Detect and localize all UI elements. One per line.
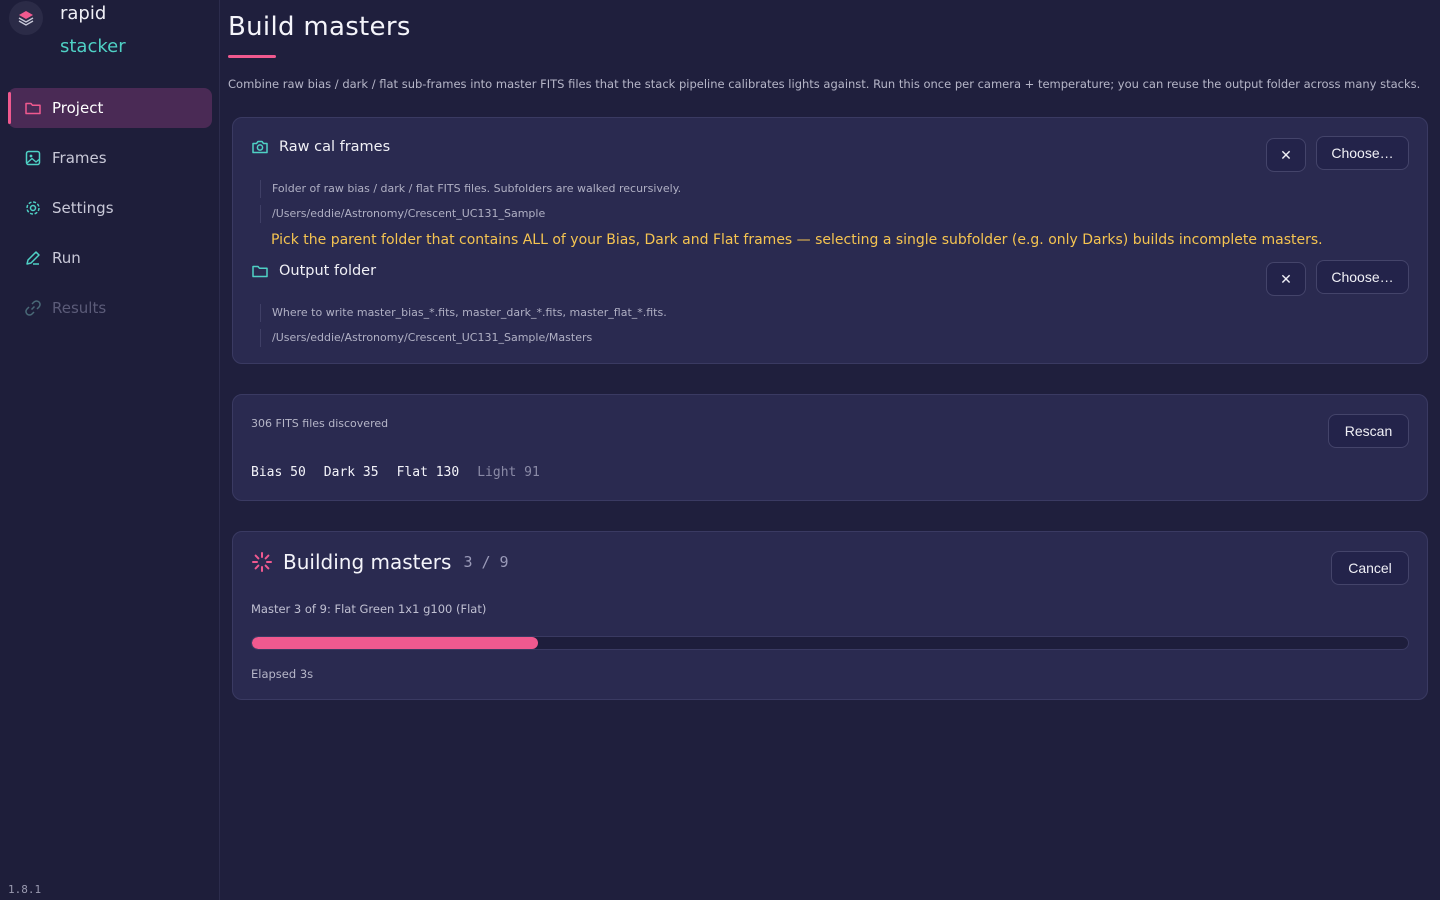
build-progress-count: 3 / 9 [463, 553, 509, 571]
sidebar-item-label: Run [52, 249, 81, 267]
sidebar-item-results: Results [8, 288, 212, 328]
output-folder-heading: Output folder [251, 262, 376, 280]
brand-name-line1: rapid [60, 3, 107, 24]
output-folder-path: /Users/eddie/Astronomy/Crescent_UC131_Sa… [260, 329, 592, 347]
sidebar-item-project[interactable]: Project [8, 88, 212, 128]
spinner-icon [251, 551, 273, 573]
link-icon [24, 299, 42, 317]
light-count: Light 91 [477, 465, 540, 480]
page-description: Combine raw bias / dark / flat sub-frame… [228, 77, 1421, 91]
raw-frames-path: /Users/eddie/Astronomy/Crescent_UC131_Sa… [260, 205, 545, 223]
gear-icon [24, 199, 42, 217]
cancel-build-button[interactable]: Cancel [1331, 551, 1409, 585]
camera-icon [251, 138, 269, 156]
dark-count: Dark 35 [323, 465, 379, 480]
pencil-icon [24, 249, 42, 267]
main-content: Build masters Combine raw bias / dark / … [220, 0, 1440, 900]
rescan-button[interactable]: Rescan [1328, 414, 1409, 448]
frame-type-counts: Bias 50 Dark 35 Flat 130 Light 91 [251, 465, 540, 480]
build-progress-fill [252, 637, 538, 649]
flat-count: Flat 130 [396, 465, 460, 480]
build-progress-bar [251, 636, 1409, 650]
choose-output-folder-button[interactable]: Choose… [1316, 260, 1409, 294]
clear-output-folder-button[interactable]: ✕ [1266, 262, 1306, 296]
build-heading: Building masters 3 / 9 [251, 550, 509, 574]
elapsed-time: Elapsed 3s [251, 667, 314, 681]
raw-frames-heading: Raw cal frames [251, 138, 390, 156]
build-status-line: Master 3 of 9: Flat Green 1x1 g100 (Flat… [251, 602, 487, 616]
sidebar-item-frames[interactable]: Frames [8, 138, 212, 178]
sidebar-nav: Project Frames Settings Run Results [8, 88, 212, 338]
raw-frames-warning: Pick the parent folder that contains ALL… [271, 232, 1323, 248]
output-folder-title: Output folder [279, 263, 377, 279]
app-version: 1.8.1 [8, 883, 42, 896]
folder-icon [24, 99, 42, 117]
bias-count: Bias 50 [251, 465, 306, 480]
page-title: Build masters [228, 12, 411, 42]
clear-raw-folder-button[interactable]: ✕ [1266, 138, 1306, 172]
sidebar: rapid stacker Project Frames Settings Ru… [0, 0, 220, 900]
sidebar-item-run[interactable]: Run [8, 238, 212, 278]
sidebar-item-label: Project [52, 99, 104, 117]
build-title: Building masters [283, 550, 452, 574]
choose-raw-folder-button[interactable]: Choose… [1316, 136, 1409, 170]
sidebar-item-label: Frames [52, 149, 107, 167]
brand-name-line2: stacker [60, 36, 126, 57]
folders-card: Raw cal frames ✕ Choose… Folder of raw b… [232, 117, 1428, 364]
folder-icon [251, 262, 269, 280]
raw-frames-hint: Folder of raw bias / dark / flat FITS fi… [260, 180, 681, 198]
image-icon [24, 149, 42, 167]
raw-frames-title: Raw cal frames [279, 139, 391, 155]
files-discovered-summary: 306 FITS files discovered [251, 417, 389, 430]
logo-stack-icon [9, 1, 43, 35]
sidebar-item-label: Settings [52, 199, 114, 217]
title-underline [228, 55, 276, 58]
sidebar-item-settings[interactable]: Settings [8, 188, 212, 228]
scan-card: 306 FITS files discovered Rescan Bias 50… [232, 394, 1428, 501]
sidebar-item-label: Results [52, 299, 107, 317]
build-progress-card: Building masters 3 / 9 Cancel Master 3 o… [232, 531, 1428, 700]
output-folder-hint: Where to write master_bias_*.fits, maste… [260, 304, 667, 322]
